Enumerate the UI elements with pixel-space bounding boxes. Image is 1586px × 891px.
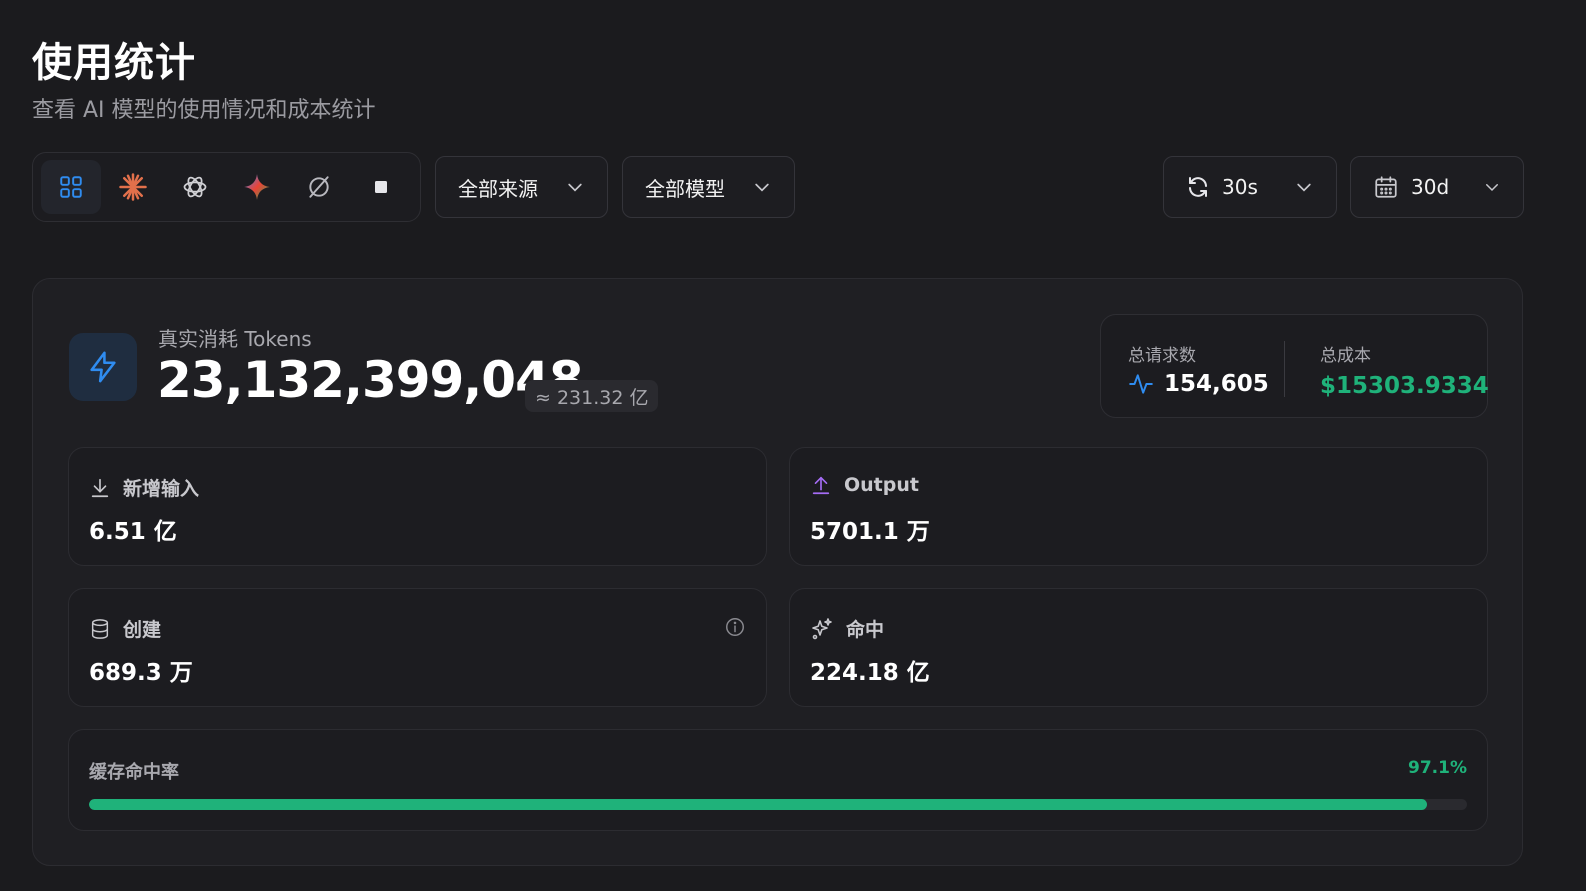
- upload-icon: [812, 476, 830, 495]
- provider-gemini-button[interactable]: [227, 160, 287, 214]
- sparkles-icon: [812, 617, 832, 639]
- custom-provider-icon: [309, 176, 329, 198]
- total-cost-value: $15303.9334: [1320, 373, 1489, 399]
- source-filter-label: 全部来源: [458, 176, 538, 201]
- stat-value: 224.18 亿: [810, 660, 930, 686]
- stat-value: 6.51 亿: [89, 519, 177, 545]
- time-range-dropdown[interactable]: 30d: [1350, 156, 1524, 218]
- stat-card-created: 创建 689.3 万: [68, 588, 767, 707]
- stat-card-input: 新增输入 6.51 亿: [68, 447, 767, 566]
- download-icon: [91, 478, 109, 497]
- time-range-label: 30d: [1411, 175, 1450, 199]
- chevron-down-icon: [752, 177, 772, 197]
- source-filter-dropdown[interactable]: 全部来源: [435, 156, 608, 218]
- total-cost-label: 总成本: [1320, 346, 1371, 366]
- model-filter-dropdown[interactable]: 全部模型: [622, 156, 795, 218]
- claude-icon: [119, 173, 147, 201]
- provider-claude-button[interactable]: [103, 160, 163, 214]
- stat-label: 命中: [846, 619, 885, 641]
- stat-card-output: Output 5701.1 万: [789, 447, 1488, 566]
- calendar-icon: [1373, 174, 1399, 200]
- refresh-interval-dropdown[interactable]: 30s: [1163, 156, 1337, 218]
- usage-overview-panel: 真实消耗 Tokens 23,132,399,048 ≈ 231.32 亿 总请…: [32, 278, 1523, 866]
- cache-hit-rate-fill: [89, 799, 1428, 810]
- stat-value: 5701.1 万: [810, 519, 930, 545]
- square-icon: [375, 181, 387, 193]
- info-icon[interactable]: [724, 616, 746, 638]
- lightning-icon: [90, 351, 116, 383]
- stat-header: 命中: [810, 615, 884, 642]
- total-requests-label: 总请求数: [1128, 346, 1196, 366]
- cache-hit-rate-label: 缓存命中率: [89, 762, 179, 783]
- stat-header: 新增输入: [89, 474, 199, 501]
- chevron-down-icon: [1294, 177, 1314, 197]
- stat-value: 689.3 万: [89, 660, 193, 686]
- cache-hit-rate-track: [89, 799, 1467, 810]
- page-title: 使用统计: [32, 40, 196, 86]
- stat-card-hit: 命中 224.18 亿: [789, 588, 1488, 707]
- database-icon: [91, 618, 109, 639]
- page-subtitle: 查看 AI 模型的使用情况和成本统计: [32, 98, 376, 123]
- stat-header: 创建: [89, 615, 161, 642]
- summary-card: 总请求数 154,605 总成本 $15303.9334: [1100, 314, 1489, 418]
- provider-all-button[interactable]: [41, 160, 101, 214]
- total-requests: 154,605: [1128, 371, 1269, 397]
- provider-openai-button[interactable]: [165, 160, 225, 214]
- chevron-down-icon: [565, 177, 585, 197]
- grid-icon: [60, 176, 82, 198]
- total-requests-value: 154,605: [1164, 371, 1269, 397]
- tokens-badge: [69, 333, 137, 401]
- cache-hit-rate-card: 缓存命中率 97.1%: [68, 729, 1488, 831]
- activity-icon: [1129, 374, 1153, 394]
- refresh-icon: [1186, 175, 1210, 199]
- stat-label: Output: [844, 474, 919, 496]
- summary-divider: [1284, 341, 1285, 397]
- model-filter-label: 全部模型: [645, 176, 725, 201]
- stat-label: 创建: [123, 619, 162, 641]
- provider-filter-bar: [32, 152, 421, 222]
- openai-icon: [183, 176, 207, 198]
- tokens-approx-badge: ≈ 231.32 亿: [525, 380, 659, 412]
- tokens-value: 23,132,399,048: [157, 351, 584, 409]
- cache-hit-rate-value: 97.1%: [1408, 758, 1467, 778]
- provider-other-button[interactable]: [351, 160, 411, 214]
- chevron-down-icon: [1483, 178, 1501, 196]
- gemini-icon: [244, 174, 270, 200]
- provider-custom-button[interactable]: [289, 160, 349, 214]
- stat-header: Output: [810, 474, 919, 496]
- usage-stats-page: 使用统计 查看 AI 模型的使用情况和成本统计 全部来源 全部模型 30s 30…: [0, 0, 1586, 891]
- refresh-interval-label: 30s: [1222, 175, 1258, 199]
- stat-label: 新增输入: [123, 478, 200, 500]
- tokens-label: 真实消耗 Tokens: [158, 327, 312, 351]
